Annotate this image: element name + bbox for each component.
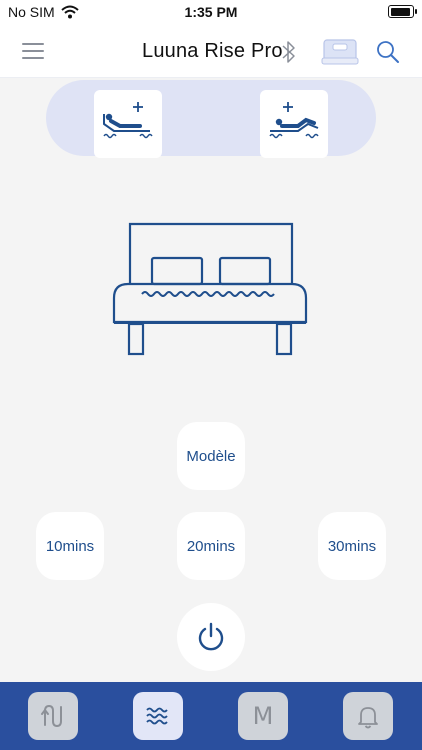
timer-30-button[interactable]: 30mins <box>318 512 386 580</box>
power-button[interactable] <box>177 603 245 671</box>
foot-raise-icon <box>269 102 319 139</box>
power-icon <box>198 622 224 651</box>
head-raise-button[interactable] <box>94 90 162 158</box>
position-selector <box>46 80 376 158</box>
bed-device-icon[interactable] <box>320 34 360 68</box>
alarm-tab-icon <box>358 707 378 729</box>
page-title: Luuna Rise Pro <box>142 40 283 62</box>
hamburger-menu-icon[interactable] <box>18 38 48 64</box>
massage-tab-icon <box>146 707 168 725</box>
timer-20-button[interactable]: 20mins <box>177 512 245 580</box>
battery-icon <box>388 5 417 18</box>
head-raise-icon <box>103 102 153 139</box>
bed-illustration <box>112 222 308 356</box>
timer-10-button[interactable]: 10mins <box>36 512 104 580</box>
model-button[interactable]: Modèle <box>177 422 245 490</box>
foot-raise-button[interactable] <box>260 90 328 158</box>
app-header: Luuna Rise Pro <box>0 26 422 78</box>
search-icon[interactable] <box>374 38 402 66</box>
tab-massage[interactable] <box>133 692 183 740</box>
tab-memory[interactable]: M <box>238 692 288 740</box>
status-bar: No SIM 1:35 PM <box>0 0 422 26</box>
memory-tab-icon: M <box>252 702 274 730</box>
status-time: 1:35 PM <box>184 4 238 20</box>
bottom-tab-bar: M <box>0 682 422 750</box>
tab-alarm[interactable] <box>343 692 393 740</box>
position-tab-icon <box>41 704 62 728</box>
tab-position[interactable] <box>28 692 78 740</box>
bluetooth-icon[interactable] <box>278 38 300 66</box>
